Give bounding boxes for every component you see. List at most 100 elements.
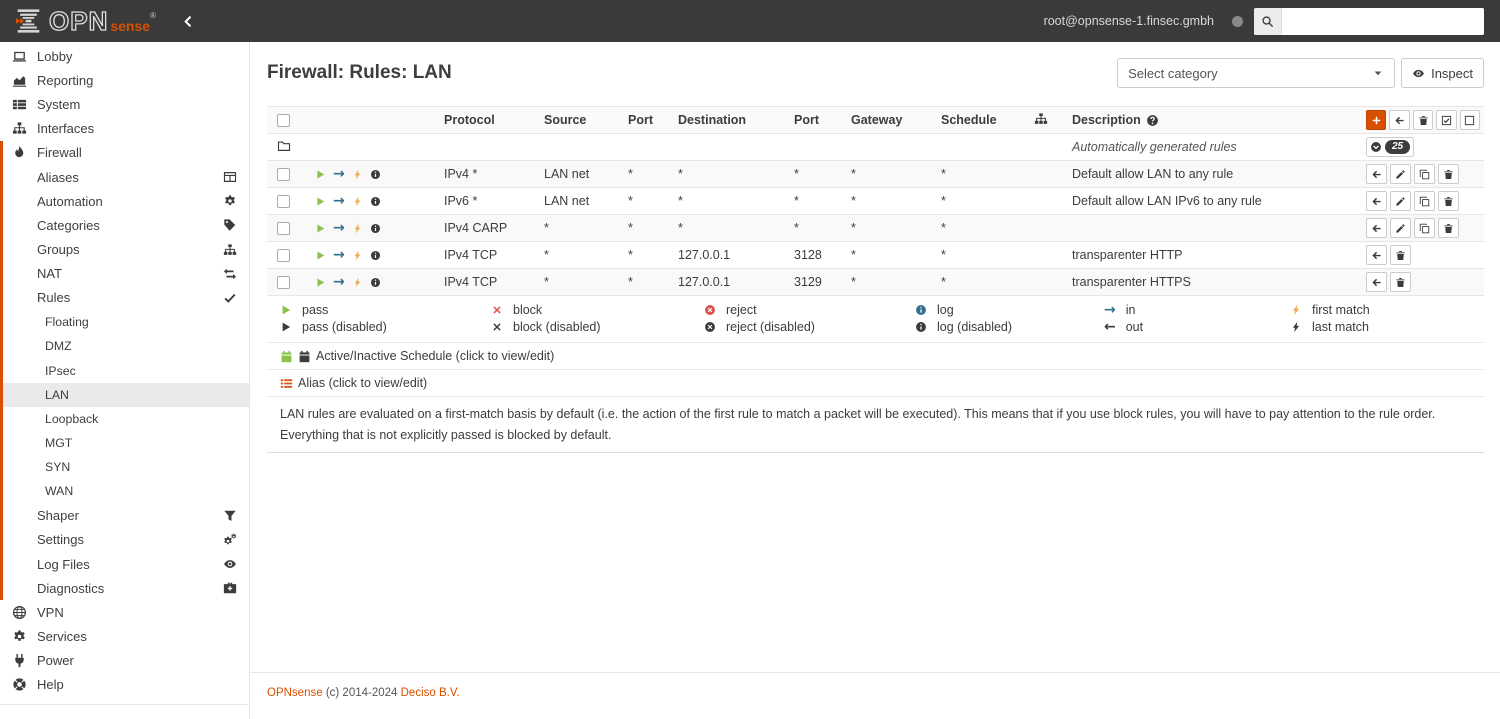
sidebar-item-syn[interactable]: SYN bbox=[0, 455, 249, 480]
table-icon bbox=[223, 170, 237, 184]
folder-icon[interactable] bbox=[277, 139, 291, 153]
sidebar-item-ipsec[interactable]: IPsec bbox=[0, 358, 249, 383]
tags-icon bbox=[223, 218, 237, 232]
move-rule-button[interactable] bbox=[1366, 164, 1387, 184]
sidebar-item-floating[interactable]: Floating bbox=[0, 310, 249, 335]
clone-rule-button[interactable] bbox=[1414, 191, 1435, 211]
rule-info-icon[interactable] bbox=[370, 277, 381, 288]
sidebar-item-interfaces[interactable]: Interfaces bbox=[0, 117, 249, 141]
deciso-footer-link[interactable]: Deciso B.V. bbox=[401, 687, 460, 699]
enable-selected-button[interactable] bbox=[1436, 110, 1457, 130]
sidebar-item-diagnostics[interactable]: Diagnostics bbox=[0, 576, 249, 601]
category-sitemap-icon bbox=[1034, 112, 1048, 126]
hourglass-logo-icon bbox=[16, 7, 41, 35]
sidebar-item-dmz[interactable]: DMZ bbox=[0, 334, 249, 359]
legend-label: block bbox=[513, 302, 543, 317]
schedule-legend-row[interactable]: Active/Inactive Schedule (click to view/… bbox=[267, 342, 1484, 369]
clone-rule-button[interactable] bbox=[1414, 164, 1435, 184]
help-icon[interactable] bbox=[1146, 114, 1159, 127]
sidebar-item-automation[interactable]: Automation bbox=[0, 189, 249, 214]
sidebar-item-wan[interactable]: WAN bbox=[0, 479, 249, 504]
rule-schedule: * bbox=[941, 248, 946, 262]
rule-checkbox[interactable] bbox=[277, 167, 290, 181]
select-all-checkbox[interactable] bbox=[277, 113, 290, 127]
medkit-icon bbox=[223, 581, 237, 595]
rules-table: Protocol Source Port Destination Port Ga… bbox=[267, 106, 1484, 454]
move-rule-button[interactable] bbox=[1366, 245, 1387, 265]
sidebar-item-categories[interactable]: Categories bbox=[0, 213, 249, 238]
sidebar-item-nat[interactable]: NAT bbox=[0, 261, 249, 286]
rule-checkbox[interactable] bbox=[277, 248, 290, 262]
legend-item: log (disabled) bbox=[902, 318, 1091, 335]
brand-sense: sense bbox=[110, 17, 151, 34]
clone-rule-button[interactable] bbox=[1414, 218, 1435, 238]
chevron-circle-down-icon bbox=[1370, 141, 1382, 153]
sidebar-item-rules[interactable]: Rules bbox=[0, 285, 249, 311]
disable-selected-button[interactable] bbox=[1459, 110, 1481, 130]
delete-rule-button[interactable] bbox=[1438, 164, 1459, 184]
edit-rule-button[interactable] bbox=[1390, 218, 1411, 238]
delete-rule-button[interactable] bbox=[1438, 218, 1459, 238]
rule-info-icon[interactable] bbox=[370, 223, 381, 234]
inspect-button[interactable]: Inspect bbox=[1401, 58, 1484, 88]
sidebar-divider bbox=[0, 704, 249, 706]
x-legend-icon bbox=[491, 304, 503, 316]
delete-selected-button[interactable] bbox=[1412, 110, 1434, 130]
header-source-port: Port bbox=[628, 113, 653, 127]
category-select[interactable]: Select category bbox=[1117, 58, 1396, 88]
sidebar-item-shaper[interactable]: Shaper bbox=[0, 503, 249, 528]
rule-checkbox[interactable] bbox=[277, 275, 290, 289]
edit-rule-button[interactable] bbox=[1390, 164, 1411, 184]
sidebar-item-label: Floating bbox=[45, 315, 89, 330]
rule-protocol: IPv4 CARP bbox=[444, 221, 508, 235]
rule-info-icon[interactable] bbox=[370, 250, 381, 261]
sidebar-item-reporting[interactable]: Reporting bbox=[0, 68, 249, 92]
move-rule-button[interactable] bbox=[1366, 218, 1387, 238]
move-rule-button[interactable] bbox=[1366, 272, 1387, 292]
sidebar-item-services[interactable]: Services bbox=[0, 625, 249, 649]
add-rule-button[interactable] bbox=[1366, 110, 1387, 130]
first-match-icon bbox=[352, 277, 363, 288]
expand-auto-rules-button[interactable]: 25 bbox=[1366, 137, 1415, 157]
rule-gateway: * bbox=[851, 275, 856, 289]
move-rule-button[interactable] bbox=[1366, 191, 1387, 211]
sidebar-item-settings[interactable]: Settings bbox=[0, 527, 249, 552]
rule-info-icon[interactable] bbox=[370, 196, 381, 207]
opnsense-logo[interactable]: OPN sense ® bbox=[16, 7, 156, 35]
delete-rule-button[interactable] bbox=[1438, 191, 1459, 211]
sidebar-item-lobby[interactable]: Lobby bbox=[0, 44, 249, 68]
arrow-left-icon bbox=[1394, 115, 1405, 126]
sidebar-item-power[interactable]: Power bbox=[0, 649, 249, 673]
sidebar-item-groups[interactable]: Groups bbox=[0, 237, 249, 262]
rule-checkbox[interactable] bbox=[277, 221, 290, 235]
rule-gateway: * bbox=[851, 194, 856, 208]
search-input[interactable] bbox=[1282, 7, 1484, 35]
edit-rule-button[interactable] bbox=[1390, 191, 1411, 211]
cog-icon bbox=[12, 629, 27, 644]
rule-source-port: * bbox=[628, 248, 633, 262]
logged-in-user[interactable]: root@opnsense-1.finsec.gmbh bbox=[1044, 14, 1214, 28]
alias-legend-row[interactable]: Alias (click to view/edit) bbox=[267, 369, 1484, 396]
sidebar-item-vpn[interactable]: VPN bbox=[0, 600, 249, 624]
rule-info-icon[interactable] bbox=[370, 169, 381, 180]
sidebar-item-loopback[interactable]: Loopback bbox=[0, 406, 249, 431]
sidebar-item-mgt[interactable]: MGT bbox=[0, 431, 249, 456]
opnsense-footer-link[interactable]: OPNsense bbox=[267, 687, 323, 699]
rule-checkbox[interactable] bbox=[277, 194, 290, 208]
rule-dest-port: * bbox=[794, 221, 799, 235]
sidebar-item-system[interactable]: System bbox=[0, 92, 249, 116]
sidebar-item-help[interactable]: Help bbox=[0, 673, 249, 697]
direction-in-icon: → bbox=[333, 221, 345, 235]
sidebar-item-log-files[interactable]: Log Files bbox=[0, 551, 249, 577]
sidebar-item-label: Shaper bbox=[37, 508, 79, 524]
search-icon[interactable] bbox=[1254, 7, 1282, 35]
delete-rule-button[interactable] bbox=[1390, 272, 1411, 292]
sidebar-collapse-icon[interactable] bbox=[182, 15, 195, 28]
delete-rule-button[interactable] bbox=[1390, 245, 1411, 265]
sidebar-item-label: Groups bbox=[37, 242, 80, 258]
sidebar-item-lan[interactable]: LAN bbox=[0, 382, 249, 407]
sidebar-item-aliases[interactable]: Aliases bbox=[0, 164, 249, 190]
move-selected-button[interactable] bbox=[1389, 110, 1410, 130]
rule-schedule: * bbox=[941, 194, 946, 208]
sidebar-item-firewall[interactable]: Firewall bbox=[0, 140, 249, 165]
